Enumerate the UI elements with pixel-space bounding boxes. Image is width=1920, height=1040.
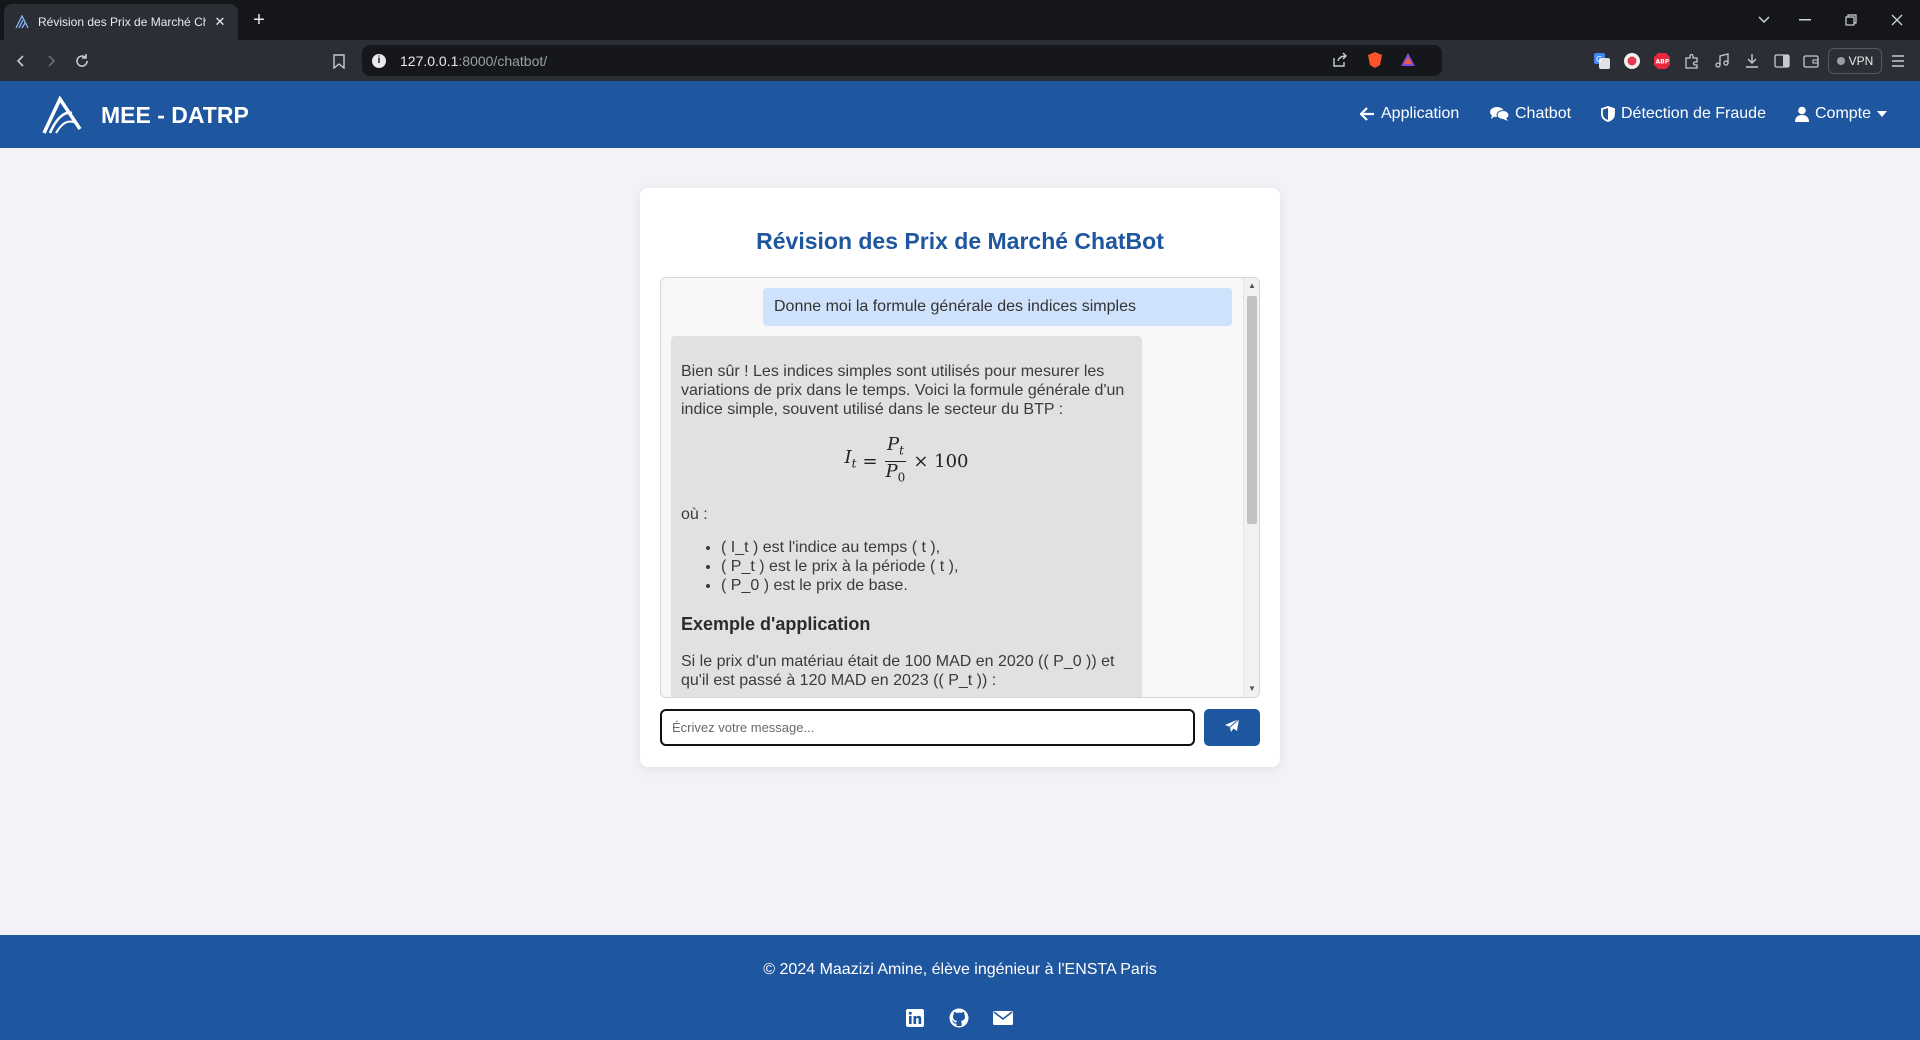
nav-chatbot-label: Chatbot <box>1515 105 1572 122</box>
sidebar-toggle-icon[interactable] <box>1771 50 1793 72</box>
bot-intro-text: Bien sûr ! Les indices simples sont util… <box>681 363 1125 418</box>
nav-account-label: Compte <box>1815 105 1872 122</box>
list-item: ( I_t ) est l'indice au temps ( t ), <box>721 538 1132 557</box>
formula-equals: = <box>862 450 878 472</box>
chatbot-title: Révision des Prix de Marché ChatBot <box>756 228 1164 254</box>
tab-search-chevron-icon[interactable] <box>1751 8 1777 32</box>
nav-fraud-detection-label: Détection de Fraude <box>1621 105 1766 122</box>
linkedin-icon[interactable] <box>904 1007 926 1029</box>
brand-name[interactable]: MEE - DATRP <box>101 102 249 129</box>
paper-plane-icon <box>1224 718 1240 737</box>
user-icon <box>1795 106 1809 122</box>
chatbot-card: Révision des Prix de Marché ChatBot Donn… <box>640 188 1280 767</box>
nav-account-dropdown[interactable]: Compte <box>1795 103 1888 125</box>
brand-logo-icon[interactable] <box>42 95 82 135</box>
nav-fraud-detection-link[interactable]: Détection de Fraude <box>1601 103 1766 125</box>
tab-title: Révision des Prix de Marché Ch <box>38 15 206 29</box>
formula-lhs-sub: t <box>851 456 857 471</box>
scroll-down-arrow-icon[interactable]: ▼ <box>1247 684 1257 694</box>
bot-where-text: où : <box>681 506 708 524</box>
brave-rewards-icon[interactable] <box>1400 52 1416 72</box>
tab-close-icon[interactable]: ✕ <box>212 14 228 30</box>
scroll-up-arrow-icon[interactable]: ▲ <box>1247 281 1257 291</box>
message-input-row <box>660 709 1260 746</box>
menu-hamburger-icon[interactable] <box>1887 50 1909 72</box>
reload-icon[interactable] <box>71 50 93 72</box>
footer-copyright: © 2024 Maazizi Amine, élève ingénieur à … <box>763 961 1157 978</box>
close-window-icon[interactable] <box>1884 8 1910 32</box>
formula-denominator: P <box>885 460 898 482</box>
site-info-icon[interactable]: i <box>372 53 386 68</box>
site-navbar: MEE - DATRP Application Chatbot Détectio… <box>0 81 1920 148</box>
arrow-left-icon <box>1360 107 1375 121</box>
svg-text:G: G <box>1596 55 1602 64</box>
formula-rhs: × 100 <box>913 450 969 472</box>
chat-scrollbar[interactable]: ▲ ▼ <box>1243 278 1259 697</box>
list-item: ( P_t ) est le prix à la période ( t ), <box>721 557 1132 576</box>
wallet-icon[interactable] <box>1800 50 1822 72</box>
nav-application-label: Application <box>1381 105 1460 122</box>
envelope-icon[interactable] <box>992 1007 1014 1029</box>
share-icon[interactable] <box>1332 52 1348 73</box>
nav-chatbot-link[interactable]: Chatbot <box>1490 103 1571 125</box>
bot-example-heading: Exemple d'application <box>681 614 871 635</box>
formula-numerator: P <box>886 434 900 455</box>
minimize-window-icon[interactable] <box>1792 8 1818 32</box>
nav-application-link[interactable]: Application <box>1360 103 1459 125</box>
bot-definitions-list: ( I_t ) est l'indice au temps ( t ), ( P… <box>721 538 1132 595</box>
translate-extension-icon[interactable]: G <box>1591 50 1613 72</box>
brave-shield-icon[interactable] <box>1367 51 1383 74</box>
formula-fraction: Pt P0 <box>884 435 908 487</box>
formula-lhs: I <box>844 447 852 469</box>
send-button[interactable] <box>1204 709 1260 746</box>
vpn-status-dot-icon <box>1836 57 1845 65</box>
index-formula: It = Pt P0 × 100 <box>681 435 1132 487</box>
user-message-bubble: Donne moi la formule générale des indice… <box>763 288 1232 326</box>
scrollbar-thumb[interactable] <box>1247 296 1257 524</box>
back-arrow-icon[interactable] <box>10 50 32 72</box>
svg-text:ABP: ABP <box>1656 59 1670 66</box>
browser-tab-bar: Révision des Prix de Marché Ch ✕ + <box>0 0 1920 40</box>
message-input[interactable] <box>660 709 1195 746</box>
chat-messages-area[interactable]: Donne moi la formule générale des indice… <box>660 277 1260 698</box>
browser-toolbar: i 127.0.0.1:8000/chatbot/ G ABP VPN <box>0 40 1920 81</box>
forward-arrow-icon[interactable] <box>40 50 62 72</box>
restore-window-icon[interactable] <box>1838 8 1864 32</box>
bot-example-text: Si le prix d'un matériau était de 100 MA… <box>681 653 1115 690</box>
formula-numerator-sub: t <box>899 443 904 458</box>
site-favicon-icon <box>14 14 30 30</box>
comments-icon <box>1490 106 1509 122</box>
list-item: ( P_0 ) est le prix de base. <box>721 576 1132 595</box>
formula-denominator-sub: 0 <box>897 470 906 485</box>
record-extension-icon[interactable] <box>1621 50 1643 72</box>
bot-message-bubble: Bien sûr ! Les indices simples sont util… <box>671 336 1142 697</box>
vpn-button[interactable]: VPN <box>1828 48 1882 74</box>
shield-icon <box>1601 106 1615 122</box>
github-icon[interactable] <box>948 1007 970 1029</box>
extensions-puzzle-icon[interactable] <box>1681 50 1703 72</box>
address-bar[interactable]: i 127.0.0.1:8000/chatbot/ <box>362 45 1442 76</box>
browser-tab-active[interactable]: Révision des Prix de Marché Ch ✕ <box>4 4 238 40</box>
caret-down-icon <box>1877 111 1888 117</box>
vpn-label: VPN <box>1848 54 1874 68</box>
adblock-extension-icon[interactable]: ABP <box>1651 50 1673 72</box>
url-text: 127.0.0.1:8000/chatbot/ <box>400 52 548 69</box>
site-footer: © 2024 Maazizi Amine, élève ingénieur à … <box>0 935 1920 1040</box>
download-icon[interactable] <box>1741 50 1763 72</box>
media-music-icon[interactable] <box>1711 50 1733 72</box>
new-tab-button[interactable]: + <box>248 10 270 32</box>
bookmark-icon[interactable] <box>328 50 350 72</box>
